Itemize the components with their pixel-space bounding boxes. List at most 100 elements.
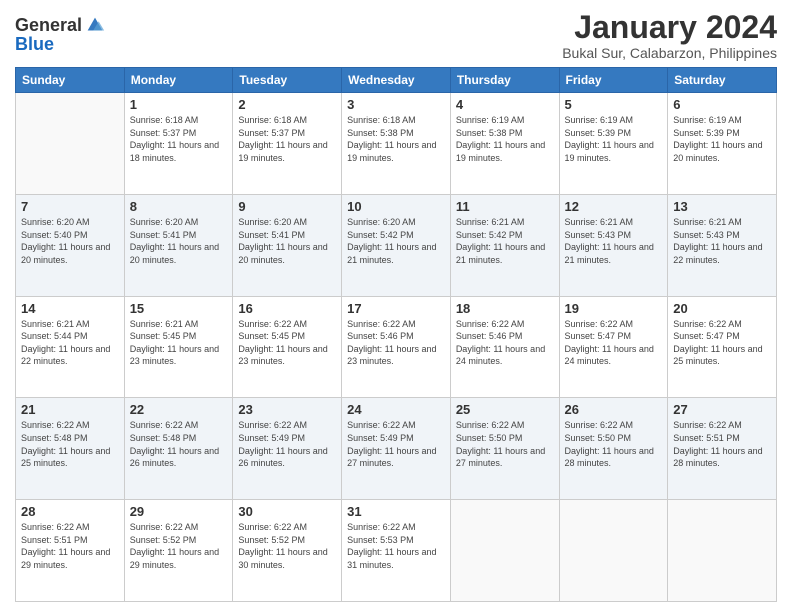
day-info: Sunrise: 6:21 AMSunset: 5:45 PMDaylight:… [130,318,228,368]
day-info: Sunrise: 6:18 AMSunset: 5:38 PMDaylight:… [347,114,445,164]
day-info: Sunrise: 6:22 AMSunset: 5:51 PMDaylight:… [673,419,771,469]
day-number: 1 [130,97,228,112]
calendar-cell-w2-d7: 13 Sunrise: 6:21 AMSunset: 5:43 PMDayligh… [668,194,777,296]
day-info: Sunrise: 6:22 AMSunset: 5:52 PMDaylight:… [238,521,336,571]
calendar-cell-w5-d6 [559,500,668,602]
calendar-cell-w4-d6: 26 Sunrise: 6:22 AMSunset: 5:50 PMDayligh… [559,398,668,500]
day-info: Sunrise: 6:22 AMSunset: 5:47 PMDaylight:… [673,318,771,368]
col-wednesday: Wednesday [342,68,451,93]
day-info: Sunrise: 6:22 AMSunset: 5:53 PMDaylight:… [347,521,445,571]
calendar-cell-w4-d5: 25 Sunrise: 6:22 AMSunset: 5:50 PMDayligh… [450,398,559,500]
calendar-cell-w2-d5: 11Sunrise: 6:21 AMSunset: 5:42 PMDayligh… [450,194,559,296]
day-info: Sunrise: 6:19 AMSunset: 5:39 PMDaylight:… [565,114,663,164]
calendar-cell-w2-d4: 10 Sunrise: 6:20 AMSunset: 5:42 PMDayligh… [342,194,451,296]
day-number: 8 [130,199,228,214]
calendar-table: Sunday Monday Tuesday Wednesday Thursday… [15,67,777,602]
day-info: Sunrise: 6:20 AMSunset: 5:41 PMDaylight:… [238,216,336,266]
day-info: Sunrise: 6:21 AMSunset: 5:42 PMDaylight:… [456,216,554,266]
calendar-cell-w1-d2: 1Sunrise: 6:18 AMSunset: 5:37 PMDaylight… [124,93,233,195]
day-info: Sunrise: 6:22 AMSunset: 5:45 PMDaylight:… [238,318,336,368]
calendar-week-3: 14 Sunrise: 6:21 AMSunset: 5:44 PMDayligh… [16,296,777,398]
calendar-cell-w3-d7: 20 Sunrise: 6:22 AMSunset: 5:47 PMDayligh… [668,296,777,398]
day-info: Sunrise: 6:22 AMSunset: 5:50 PMDaylight:… [456,419,554,469]
header: General Blue January 2024 Bukal Sur, Cal… [15,10,777,61]
day-info: Sunrise: 6:22 AMSunset: 5:47 PMDaylight:… [565,318,663,368]
day-info: Sunrise: 6:21 AMSunset: 5:43 PMDaylight:… [673,216,771,266]
day-info: Sunrise: 6:22 AMSunset: 5:50 PMDaylight:… [565,419,663,469]
day-number: 9 [238,199,336,214]
calendar-cell-w5-d4: 31 Sunrise: 6:22 AMSunset: 5:53 PMDayligh… [342,500,451,602]
calendar-cell-w5-d3: 30 Sunrise: 6:22 AMSunset: 5:52 PMDayligh… [233,500,342,602]
calendar-cell-w3-d2: 15 Sunrise: 6:21 AMSunset: 5:45 PMDayligh… [124,296,233,398]
day-number: 31 [347,504,445,519]
col-friday: Friday [559,68,668,93]
calendar-cell-w5-d7 [668,500,777,602]
day-info: Sunrise: 6:22 AMSunset: 5:46 PMDaylight:… [456,318,554,368]
day-number: 29 [130,504,228,519]
calendar-cell-w1-d6: 5Sunrise: 6:19 AMSunset: 5:39 PMDaylight… [559,93,668,195]
day-number: 13 [673,199,771,214]
day-number: 27 [673,402,771,417]
calendar-cell-w3-d1: 14 Sunrise: 6:21 AMSunset: 5:44 PMDayligh… [16,296,125,398]
day-number: 10 [347,199,445,214]
day-number: 30 [238,504,336,519]
calendar-cell-w4-d4: 24Sunrise: 6:22 AMSunset: 5:49 PMDayligh… [342,398,451,500]
col-tuesday: Tuesday [233,68,342,93]
logo-general-text: General [15,16,82,34]
calendar-cell-w2-d1: 7Sunrise: 6:20 AMSunset: 5:40 PMDaylight… [16,194,125,296]
day-number: 23 [238,402,336,417]
day-number: 14 [21,301,119,316]
day-number: 17 [347,301,445,316]
calendar-cell-w1-d1 [16,93,125,195]
calendar-cell-w3-d3: 16 Sunrise: 6:22 AMSunset: 5:45 PMDayligh… [233,296,342,398]
day-number: 28 [21,504,119,519]
day-number: 7 [21,199,119,214]
day-number: 16 [238,301,336,316]
day-info: Sunrise: 6:21 AMSunset: 5:43 PMDaylight:… [565,216,663,266]
day-number: 15 [130,301,228,316]
logo-icon [84,14,106,36]
calendar-week-1: 1 Sunrise: 6:18 AMSunset: 5:37 PMDaylight… [16,93,777,195]
day-info: Sunrise: 6:22 AMSunset: 5:52 PMDaylight:… [130,521,228,571]
day-number: 18 [456,301,554,316]
day-number: 19 [565,301,663,316]
day-info: Sunrise: 6:22 AMSunset: 5:49 PMDaylight:… [238,419,336,469]
col-monday: Monday [124,68,233,93]
day-info: Sunrise: 6:19 AMSunset: 5:38 PMDaylight:… [456,114,554,164]
day-number: 21 [21,402,119,417]
calendar-cell-w3-d6: 19 Sunrise: 6:22 AMSunset: 5:47 PMDayligh… [559,296,668,398]
day-info: Sunrise: 6:20 AMSunset: 5:42 PMDaylight:… [347,216,445,266]
calendar-cell-w5-d1: 28Sunrise: 6:22 AMSunset: 5:51 PMDayligh… [16,500,125,602]
calendar-week-2: 7Sunrise: 6:20 AMSunset: 5:40 PMDaylight… [16,194,777,296]
day-number: 24 [347,402,445,417]
day-number: 22 [130,402,228,417]
logo-blue-text: Blue [15,34,54,54]
col-sunday: Sunday [16,68,125,93]
page: General Blue January 2024 Bukal Sur, Cal… [0,0,792,612]
calendar-cell-w3-d4: 17Sunrise: 6:22 AMSunset: 5:46 PMDayligh… [342,296,451,398]
title-area: January 2024 Bukal Sur, Calabarzon, Phil… [562,10,777,61]
month-title: January 2024 [562,10,777,45]
calendar-cell-w1-d4: 3Sunrise: 6:18 AMSunset: 5:38 PMDaylight… [342,93,451,195]
calendar-week-4: 21 Sunrise: 6:22 AMSunset: 5:48 PMDayligh… [16,398,777,500]
calendar-header-row: Sunday Monday Tuesday Wednesday Thursday… [16,68,777,93]
day-number: 25 [456,402,554,417]
day-number: 26 [565,402,663,417]
col-thursday: Thursday [450,68,559,93]
calendar-cell-w1-d7: 6 Sunrise: 6:19 AMSunset: 5:39 PMDaylight… [668,93,777,195]
calendar-cell-w1-d3: 2 Sunrise: 6:18 AMSunset: 5:37 PMDaylight… [233,93,342,195]
day-info: Sunrise: 6:21 AMSunset: 5:44 PMDaylight:… [21,318,119,368]
calendar-week-5: 28Sunrise: 6:22 AMSunset: 5:51 PMDayligh… [16,500,777,602]
calendar-cell-w4-d3: 23 Sunrise: 6:22 AMSunset: 5:49 PMDayligh… [233,398,342,500]
day-info: Sunrise: 6:20 AMSunset: 5:41 PMDaylight:… [130,216,228,266]
day-number: 12 [565,199,663,214]
calendar-cell-w2-d3: 9 Sunrise: 6:20 AMSunset: 5:41 PMDaylight… [233,194,342,296]
day-info: Sunrise: 6:18 AMSunset: 5:37 PMDaylight:… [238,114,336,164]
day-number: 6 [673,97,771,112]
calendar-cell-w4-d2: 22Sunrise: 6:22 AMSunset: 5:48 PMDayligh… [124,398,233,500]
day-info: Sunrise: 6:22 AMSunset: 5:48 PMDaylight:… [21,419,119,469]
day-number: 2 [238,97,336,112]
day-info: Sunrise: 6:19 AMSunset: 5:39 PMDaylight:… [673,114,771,164]
day-number: 4 [456,97,554,112]
day-number: 20 [673,301,771,316]
